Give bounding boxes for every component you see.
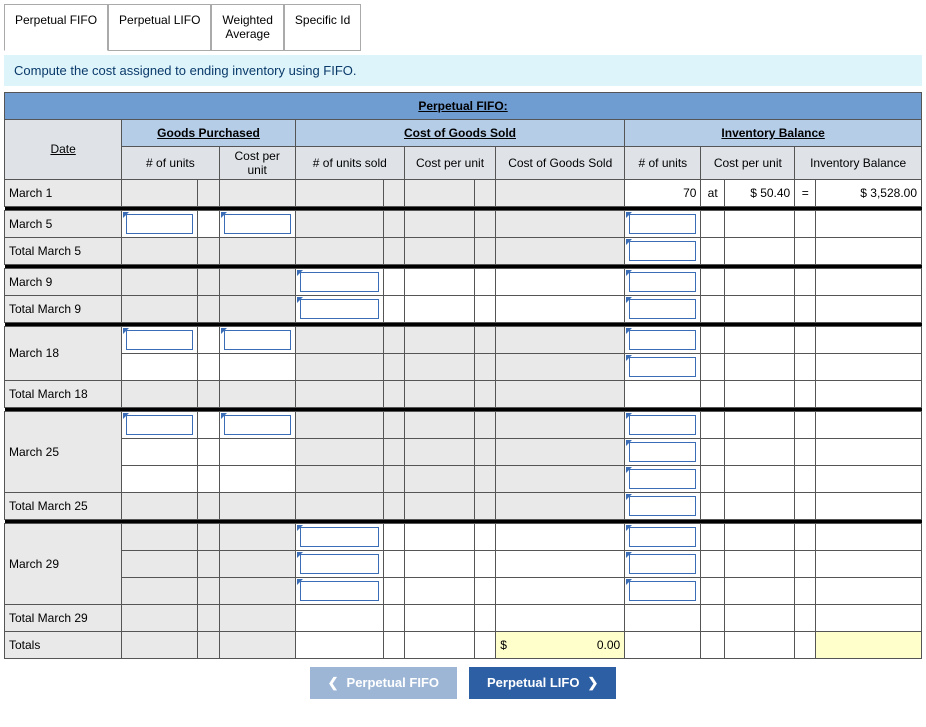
sub-inv-balance: Inventory Balance [795, 146, 922, 179]
m25-inv-units-3[interactable] [625, 465, 701, 492]
totals-inv-balance [816, 631, 922, 658]
m29-cogs-units-1[interactable] [295, 523, 383, 550]
row-march18: March 18 [5, 326, 122, 380]
col-date: Date [5, 119, 122, 179]
m9-inv-units[interactable] [625, 268, 701, 295]
tab-specific-id[interactable]: Specific Id [284, 4, 361, 51]
tm25-inv-units[interactable] [625, 492, 701, 519]
sub-num-units-1: # of units [122, 146, 219, 179]
tabs-container: Perpetual FIFO Perpetual LIFO Weighted A… [4, 4, 922, 51]
totals-cogs: $0.00 [496, 631, 625, 658]
row-march29: March 29 [5, 523, 122, 604]
row-totals: Totals [5, 631, 122, 658]
tab-perpetual-lifo[interactable]: Perpetual LIFO [108, 4, 211, 51]
m29-inv-units-2[interactable] [625, 550, 701, 577]
chevron-left-icon: ❮ [328, 675, 339, 691]
instruction-text: Compute the cost assigned to ending inve… [4, 55, 922, 86]
sub-num-units-sold: # of units sold [295, 146, 404, 179]
m25-inv-units-2[interactable] [625, 438, 701, 465]
sub-num-units-2: # of units [625, 146, 701, 179]
nav-buttons: ❮ Perpetual FIFO Perpetual LIFO ❯ [4, 667, 922, 699]
row-march5: March 5 [5, 210, 122, 237]
row-total-march25: Total March 25 [5, 492, 122, 519]
m1-cost: $ 50.40 [724, 179, 794, 206]
sub-cost-per-unit-1: Cost per unit [219, 146, 295, 179]
m25-gp-units-1[interactable] [122, 411, 198, 438]
chevron-right-icon: ❯ [587, 675, 598, 691]
row-total-march5: Total March 5 [5, 237, 122, 264]
m29-inv-units-3[interactable] [625, 577, 701, 604]
m29-cogs-units-2[interactable] [295, 550, 383, 577]
sub-cogs-val: Cost of Goods Sold [496, 146, 625, 179]
tab-perpetual-fifo[interactable]: Perpetual FIFO [4, 4, 108, 51]
m29-cogs-units-3[interactable] [295, 577, 383, 604]
sub-cost-per-unit-2: Cost per unit [404, 146, 495, 179]
m5-inv-units[interactable] [625, 210, 701, 237]
tab-weighted-average[interactable]: Weighted Average [211, 4, 283, 51]
next-button[interactable]: Perpetual LIFO ❯ [469, 667, 616, 699]
m29-inv-units-1[interactable] [625, 523, 701, 550]
tm9-inv-units[interactable] [625, 295, 701, 322]
table-title: Perpetual FIFO: [5, 92, 922, 119]
m1-balance: $ 3,528.00 [816, 179, 922, 206]
row-march1: March 1 [5, 179, 122, 206]
col-cogs: Cost of Goods Sold [295, 119, 624, 146]
m25-gp-cost-1[interactable] [219, 411, 295, 438]
m18-inv-units-2[interactable] [625, 353, 701, 380]
tm9-cogs-units[interactable] [295, 295, 383, 322]
m1-eq: = [795, 179, 816, 206]
m18-gp-units-1[interactable] [122, 326, 198, 353]
row-march25: March 25 [5, 411, 122, 492]
m18-inv-units-1[interactable] [625, 326, 701, 353]
sub-cost-per-unit-3: Cost per unit [701, 146, 795, 179]
prev-button[interactable]: ❮ Perpetual FIFO [310, 667, 457, 699]
tm5-inv-units[interactable] [625, 237, 701, 264]
row-total-march29: Total March 29 [5, 604, 122, 631]
m5-gp-cost[interactable] [219, 210, 295, 237]
fifo-table: Perpetual FIFO: Date Goods Purchased Cos… [4, 92, 922, 659]
row-march9: March 9 [5, 268, 122, 295]
m9-cogs-units[interactable] [295, 268, 383, 295]
m18-gp-cost-1[interactable] [219, 326, 295, 353]
col-goods-purchased: Goods Purchased [122, 119, 296, 146]
col-inventory-balance: Inventory Balance [625, 119, 922, 146]
m5-gp-units[interactable] [122, 210, 198, 237]
m1-at: at [701, 179, 724, 206]
m25-inv-units-1[interactable] [625, 411, 701, 438]
m1-units: 70 [625, 179, 701, 206]
row-total-march18: Total March 18 [5, 380, 122, 407]
prev-label: Perpetual FIFO [347, 675, 439, 690]
next-label: Perpetual LIFO [487, 675, 579, 690]
row-total-march9: Total March 9 [5, 295, 122, 322]
